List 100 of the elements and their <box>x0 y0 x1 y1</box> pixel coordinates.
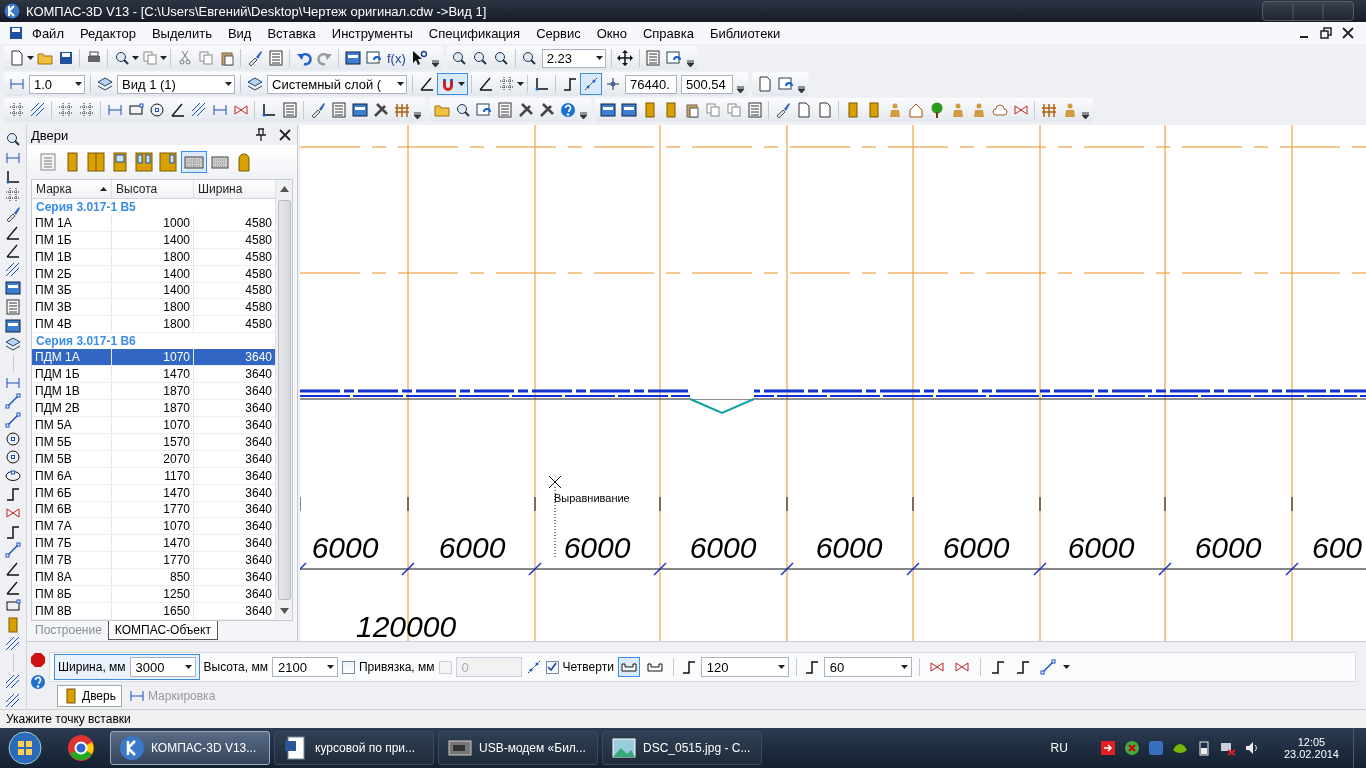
caret-icon[interactable] <box>1062 665 1070 669</box>
caret-icon[interactable] <box>397 82 404 86</box>
caret-icon[interactable] <box>900 665 908 669</box>
zoom-icon[interactable] <box>451 50 468 66</box>
door-icon[interactable] <box>5 616 21 633</box>
caret-icon[interactable] <box>75 82 82 86</box>
layers-icon[interactable] <box>5 336 21 353</box>
marker-icon[interactable] <box>1012 102 1029 118</box>
restore-icon[interactable] <box>1318 25 1334 41</box>
combo-field[interactable]: 3000 <box>129 657 196 677</box>
column-header[interactable]: Марка <box>32 180 112 198</box>
step-icon[interactable] <box>561 76 578 92</box>
property-tab[interactable]: Дверь <box>57 685 122 707</box>
layer-field[interactable]: Системный слой ( <box>267 74 407 94</box>
undo-icon[interactable] <box>295 50 312 66</box>
ellipse-icon[interactable] <box>5 467 21 484</box>
messenger-icon[interactable] <box>1147 740 1164 756</box>
zoom-icon[interactable] <box>113 50 130 66</box>
brush-icon[interactable] <box>246 50 263 66</box>
zoom-icon[interactable] <box>472 50 489 66</box>
page-icon[interactable] <box>816 102 833 118</box>
menu-item[interactable]: Инструменты <box>323 25 421 41</box>
fence-icon[interactable] <box>393 102 410 118</box>
toolbar-options-icon[interactable] <box>580 111 587 119</box>
x-coordinate-field[interactable]: 76440. <box>625 74 677 94</box>
step-icon[interactable] <box>680 659 697 675</box>
clock-date[interactable]: 23.02.2014 <box>1283 748 1339 760</box>
menu-item[interactable]: Спецификация <box>420 25 529 41</box>
step-field[interactable]: 1.0 <box>29 74 85 94</box>
door-icon[interactable] <box>63 688 79 704</box>
tools-icon[interactable] <box>372 102 389 118</box>
caret-icon[interactable] <box>326 665 334 669</box>
selected-row[interactable]: ПДМ 1А 1070 3640 <box>32 349 275 367</box>
browser-icon[interactable] <box>66 733 96 763</box>
window-icon[interactable] <box>351 102 368 118</box>
checkbox[interactable] <box>545 660 559 674</box>
combo-field[interactable]: 60 <box>823 657 912 677</box>
menu-item[interactable]: Вставка <box>259 25 324 41</box>
refresh-icon[interactable] <box>777 76 794 92</box>
window-icon[interactable] <box>344 50 361 66</box>
table-sheet-icon[interactable] <box>746 102 763 118</box>
redo-icon[interactable] <box>316 50 333 66</box>
caret-icon[interactable] <box>27 56 34 60</box>
hatch-icon[interactable] <box>5 635 21 652</box>
toolbar-options-icon[interactable] <box>798 85 805 93</box>
angle-icon[interactable] <box>477 76 494 92</box>
caret-icon[interactable] <box>458 82 465 86</box>
zoom-icon[interactable] <box>5 131 21 148</box>
brush-icon[interactable] <box>309 102 326 118</box>
refresh-icon[interactable] <box>666 50 683 66</box>
stop-icon[interactable] <box>30 652 46 668</box>
hatch-icon[interactable] <box>5 673 21 690</box>
snap-icon[interactable] <box>525 659 542 675</box>
circle-tool-icon[interactable] <box>148 102 165 118</box>
shield-icon[interactable] <box>1123 740 1140 756</box>
angle-icon[interactable] <box>169 102 186 118</box>
refresh-icon[interactable] <box>365 50 382 66</box>
menu-item[interactable]: Вид <box>219 25 260 41</box>
house-icon[interactable] <box>907 102 924 118</box>
half-glazed-door-icon[interactable] <box>158 152 178 172</box>
line-tool-icon[interactable] <box>5 393 21 410</box>
toolbar-options-icon[interactable] <box>1082 111 1089 119</box>
layers-icon[interactable] <box>96 76 113 92</box>
taskbar-button[interactable]: курсовой по при... <box>274 731 434 765</box>
view-field[interactable]: Вид 1 (1) <box>117 74 235 94</box>
move-icon[interactable] <box>617 50 634 66</box>
taskbar-button[interactable]: USB-модем «Бил... <box>438 731 598 765</box>
column-header[interactable]: Высота <box>112 180 194 198</box>
caret-icon[interactable] <box>595 56 603 60</box>
zoom-scale-field[interactable]: 2.23 <box>541 48 606 68</box>
scissors-icon[interactable] <box>176 50 193 66</box>
rectangle-icon[interactable] <box>127 102 144 118</box>
caret-icon[interactable] <box>132 56 139 60</box>
window-icon[interactable] <box>599 102 616 118</box>
help-icon[interactable] <box>559 102 576 118</box>
pin-icon[interactable] <box>253 127 269 143</box>
menu-item[interactable]: Справка <box>634 25 702 41</box>
caret-icon[interactable] <box>160 56 167 60</box>
taskbar-button[interactable]: DSC_0515.jpg - C... <box>602 731 762 765</box>
brush-icon[interactable] <box>5 205 21 222</box>
hatch-icon[interactable] <box>29 102 46 118</box>
scroll-down-icon[interactable] <box>279 608 289 614</box>
step-icon[interactable] <box>1015 659 1032 675</box>
toolbar-options-icon[interactable] <box>737 85 744 93</box>
menu-item[interactable]: Сервис <box>528 25 589 41</box>
cloud-icon[interactable] <box>991 102 1008 118</box>
axis-icon[interactable] <box>5 168 21 185</box>
step-icon[interactable] <box>5 486 21 503</box>
axis-icon[interactable] <box>533 76 550 92</box>
taskbar-button[interactable]: КОМПАС-3D V13... <box>110 731 270 765</box>
language-indicator[interactable]: RU <box>1050 741 1068 755</box>
double-door-icon[interactable] <box>86 152 106 172</box>
zoom-icon[interactable] <box>493 50 510 66</box>
angle-icon[interactable] <box>5 243 21 260</box>
magnet-icon[interactable] <box>440 76 456 92</box>
table-sheet-icon[interactable] <box>267 50 284 66</box>
page-icon[interactable] <box>795 102 812 118</box>
page-icon[interactable] <box>756 76 773 92</box>
caret-icon[interactable] <box>777 665 785 669</box>
angle-icon[interactable] <box>5 224 21 241</box>
